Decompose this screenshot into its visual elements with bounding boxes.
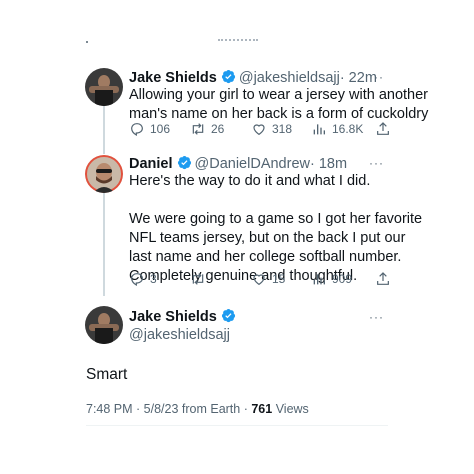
avatar-daniel[interactable] <box>85 155 123 193</box>
like-button[interactable]: 318 <box>251 121 292 137</box>
thread-connector-line <box>103 106 105 154</box>
retweet-count: 26 <box>211 122 225 136</box>
retweet-button[interactable] <box>190 271 211 287</box>
heart-icon <box>253 124 265 136</box>
cut-off-previous-content <box>0 36 474 48</box>
tweet1-actions: 106 26 318 16.8K <box>129 121 389 139</box>
share-button[interactable] <box>375 271 391 287</box>
reply-button[interactable]: 3 <box>129 271 157 287</box>
main-tweet-text: Smart <box>86 366 128 383</box>
reply-icon <box>131 273 143 287</box>
tweet2-actions: 3 15 909 <box>129 271 389 289</box>
avatar-image <box>85 68 123 106</box>
tweet-text-line: NFL teams jersey, but on the back I put … <box>129 230 406 246</box>
views-count: 761 <box>251 402 273 416</box>
retweet-icon <box>192 273 204 285</box>
views-button[interactable]: 909 <box>311 271 352 287</box>
more-options-icon[interactable]: ··· <box>369 156 384 170</box>
author-handle[interactable]: @jakeshieldsajj <box>129 327 230 343</box>
main-tweet-meta: 7:48 PM · 5/8/23 from Earth · 761 Views <box>86 402 309 416</box>
avatar-image <box>85 306 123 344</box>
retweet-button[interactable]: 26 <box>190 121 224 137</box>
views-button[interactable]: 16.8K <box>311 121 363 137</box>
share-icon <box>377 122 389 135</box>
tweet-text-blank-line <box>129 191 422 210</box>
tweet-text-line: last name and her college softball numbe… <box>129 249 402 265</box>
thread-connector-line <box>103 193 105 296</box>
author-name[interactable]: Jake Shields <box>129 309 217 325</box>
timestamp[interactable]: 7:48 PM · 5/8/23 from Earth · <box>86 402 251 416</box>
avatar-jake-shields[interactable] <box>85 68 123 106</box>
heart-icon <box>253 274 265 286</box>
like-button[interactable]: 15 <box>251 271 285 287</box>
share-icon <box>377 272 389 285</box>
retweet-icon <box>192 123 204 135</box>
more-options-icon[interactable]: ··· <box>369 310 384 324</box>
like-count: 318 <box>272 122 293 136</box>
tweet1-text: Allowing your girl to wear a jersey with… <box>129 86 428 124</box>
cut-off-dot <box>86 41 88 43</box>
views-chart-icon <box>313 124 325 135</box>
views-count: 16.8K <box>332 122 364 136</box>
tweet-time[interactable]: · 18m <box>310 156 347 172</box>
verified-badge-icon <box>221 69 235 84</box>
views-count: 909 <box>332 272 353 286</box>
like-count: 15 <box>272 272 286 286</box>
views-label: Views <box>272 402 309 416</box>
views-chart-icon <box>313 274 325 285</box>
tweet-text-line: We were going to a game so I got her fav… <box>129 211 423 227</box>
tweet-text-line: Allowing your girl to wear a jersey with… <box>129 87 428 103</box>
author-handle[interactable]: @DanielDAndrew <box>195 156 310 172</box>
reply-count: 106 <box>150 122 171 136</box>
cut-off-text-fragment <box>218 39 258 44</box>
tweet-text-line: Here's the way to do it and what I did. <box>129 173 371 189</box>
main-tweet-handle-row: @jakeshieldsajj <box>129 326 230 344</box>
tweet2-header: Daniel @DanielDAndrew· 18m <box>129 155 347 173</box>
tweet2-text: Here's the way to do it and what I did. … <box>129 172 422 286</box>
author-handle[interactable]: @jakeshieldsajj <box>239 70 340 86</box>
verified-badge-icon <box>221 308 235 323</box>
author-name[interactable]: Daniel <box>129 156 173 172</box>
avatar-image <box>85 155 123 193</box>
main-tweet-author: Jake Shields <box>129 308 239 326</box>
tweet1-header: Jake Shields @jakeshieldsajj· 22m <box>129 69 377 87</box>
reply-icon <box>131 123 143 137</box>
reply-count: 3 <box>150 272 157 286</box>
verified-badge-icon <box>177 155 191 170</box>
divider <box>86 425 388 426</box>
author-name[interactable]: Jake Shields <box>129 70 217 86</box>
share-button[interactable] <box>375 121 391 137</box>
avatar-jake-shields[interactable] <box>85 306 123 344</box>
more-options-icon[interactable]: ··· <box>369 70 384 84</box>
reply-button[interactable]: 106 <box>129 121 170 137</box>
